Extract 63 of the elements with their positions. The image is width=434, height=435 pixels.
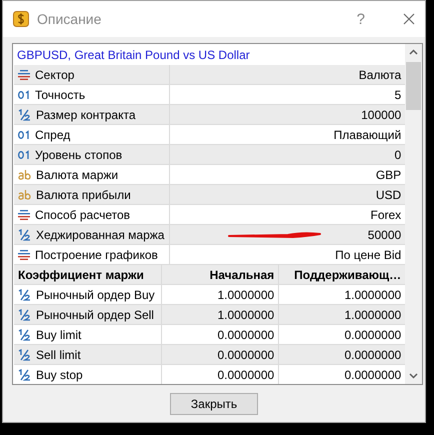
property-value: По цене Bid <box>335 248 402 262</box>
digits-icon <box>18 130 30 140</box>
scroll-thumb[interactable] <box>406 62 422 110</box>
window-title: Описание <box>37 11 102 27</box>
scroll-up-icon[interactable] <box>409 49 418 55</box>
property-value: 5 <box>394 88 402 102</box>
column-header[interactable]: Начальная <box>210 268 274 282</box>
fraction-icon <box>18 228 31 240</box>
fraction-icon <box>18 368 31 380</box>
list-icon <box>18 250 30 260</box>
property-name: Спред <box>35 128 70 142</box>
table-cell: 0.0000000 <box>217 328 274 342</box>
fraction-icon <box>18 108 31 120</box>
table-cell: 0.0000000 <box>217 368 274 382</box>
property-value: Плавающий <box>334 128 402 142</box>
order-type: Buy stop <box>36 368 83 382</box>
property-name: Хеджированная маржа <box>36 228 164 242</box>
property-value: Валюта <box>358 68 402 82</box>
table-cell: 0.0000000 <box>217 348 274 362</box>
scrollbar[interactable] <box>405 44 422 384</box>
table-cell: 1.0000000 <box>344 308 402 322</box>
order-type: Рыночный ордер Sell <box>36 308 154 322</box>
property-name: Сектор <box>35 68 74 82</box>
table-cell: 1.0000000 <box>217 288 274 302</box>
property-value: GBP <box>376 168 402 182</box>
property-name: Валюта маржи <box>36 168 118 182</box>
property-value: 0 <box>394 148 402 162</box>
order-type: Рыночный ордер Buy <box>36 288 155 302</box>
list-icon <box>18 70 30 80</box>
property-value: 50000 <box>368 228 402 242</box>
help-button[interactable]: ? <box>356 10 365 28</box>
property-name: Валюта прибыли <box>36 188 131 202</box>
scroll-down-icon[interactable] <box>409 373 418 379</box>
fraction-icon <box>18 348 31 360</box>
table-cell: 1.0000000 <box>217 308 274 322</box>
digits-icon <box>18 90 30 100</box>
order-type: Buy limit <box>36 328 82 342</box>
property-value: Forex <box>370 208 402 222</box>
list-icon <box>18 210 30 220</box>
digits-icon <box>18 150 30 160</box>
symbol-title: GBPUSD, Great Britain Pound vs US Dollar <box>16 47 251 64</box>
property-name: Способ расчетов <box>35 208 130 222</box>
table-cell: 0.0000000 <box>344 348 402 362</box>
table-cell: 1.0000000 <box>344 288 402 302</box>
table-cell: 0.0000000 <box>344 368 402 382</box>
property-name: Уровень стопов <box>35 148 122 162</box>
column-header[interactable]: Коэффициент маржи <box>18 268 144 282</box>
property-name: Размер контракта <box>36 108 136 122</box>
property-value: 100000 <box>361 108 402 122</box>
text-type-icon <box>18 170 31 180</box>
close-icon[interactable] <box>403 13 415 25</box>
text-type-icon <box>18 190 31 200</box>
column-header[interactable]: Поддерживающ… <box>294 268 402 282</box>
order-type: Sell limit <box>36 348 81 362</box>
property-value: USD <box>376 188 402 202</box>
fraction-icon <box>18 308 31 320</box>
fraction-icon <box>18 288 31 300</box>
fraction-icon <box>18 328 31 340</box>
table-cell: 0.0000000 <box>344 328 402 342</box>
close-button[interactable]: Закрыть <box>170 392 258 414</box>
property-name: Построение графиков <box>35 248 158 262</box>
app-icon <box>13 11 29 27</box>
property-name: Точность <box>35 88 86 102</box>
